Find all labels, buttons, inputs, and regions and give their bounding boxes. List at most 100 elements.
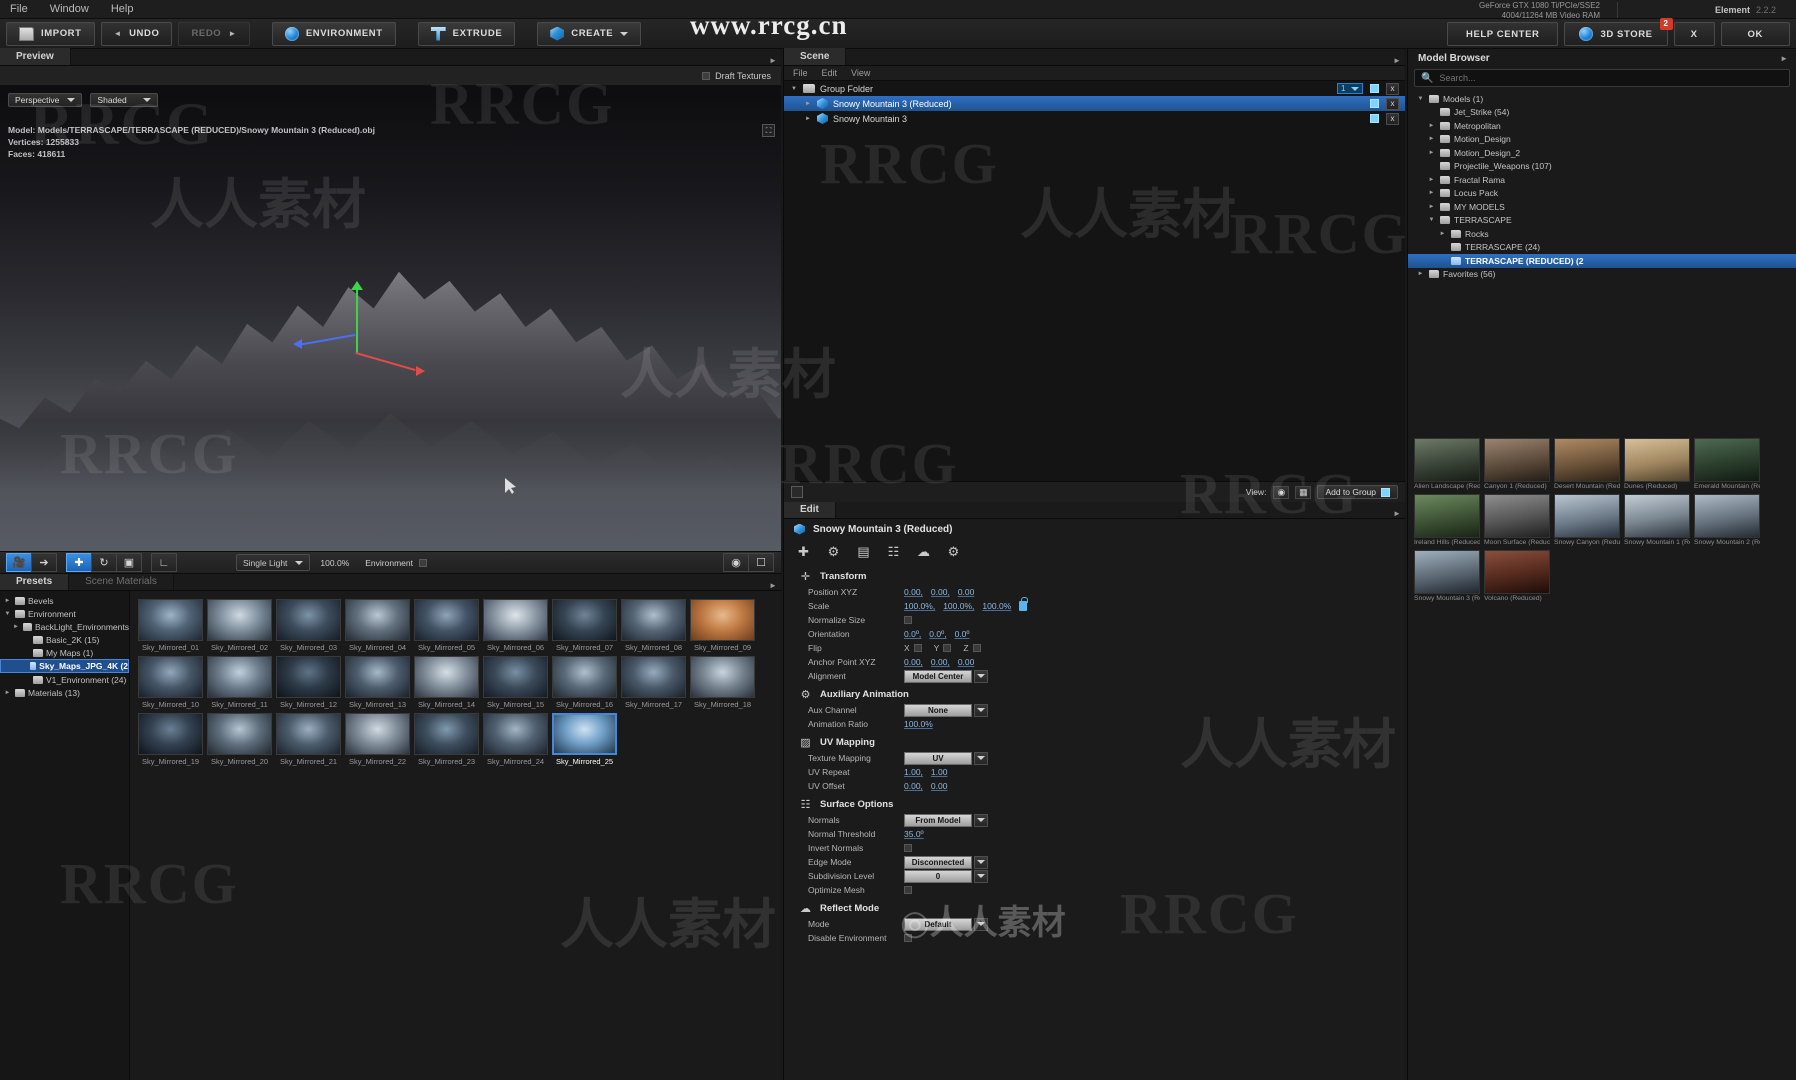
axis-tool-button[interactable]: ∟: [151, 553, 177, 572]
property-value[interactable]: 0.00,: [931, 587, 950, 597]
model-browser-tree-item[interactable]: Projectile_Weapons (107): [1408, 160, 1796, 174]
3d-viewport[interactable]: Perspective Shaded Model: Models/TERRASC…: [0, 86, 781, 551]
move-tool-button[interactable]: ✚: [66, 553, 92, 572]
light-mode-dropdown[interactable]: Single Light: [236, 554, 311, 571]
store-button[interactable]: 3D STORE 2: [1564, 18, 1673, 46]
property-value[interactable]: 0.0º,: [929, 629, 946, 639]
preset-thumbnail[interactable]: Sky_Mirrored_01: [138, 599, 203, 652]
tab-scene[interactable]: Scene: [784, 48, 847, 65]
tab-edit[interactable]: Edit: [784, 501, 836, 518]
model-thumbnail[interactable]: Volcano (Reduced): [1484, 550, 1550, 602]
model-browser-tree-item[interactable]: ► Metropolitan: [1408, 119, 1796, 133]
rotate-tool-button[interactable]: ↻: [91, 553, 117, 572]
model-thumbnail[interactable]: Ireland Hills (Reduced): [1414, 494, 1480, 546]
edit-section-header[interactable]: ✛ Transform: [784, 568, 1405, 585]
chevron-down-icon[interactable]: [974, 917, 988, 931]
tab-scene-materials[interactable]: Scene Materials: [69, 573, 174, 590]
twisty-icon[interactable]: ►: [3, 598, 12, 604]
twisty-icon[interactable]: ▼: [3, 611, 12, 617]
new-group-icon[interactable]: [791, 486, 803, 498]
tab-preview[interactable]: Preview: [0, 48, 71, 65]
property-value[interactable]: 0.00,: [904, 587, 923, 597]
draft-textures-checkbox[interactable]: [702, 71, 711, 80]
twisty-icon[interactable]: ▼: [1427, 217, 1436, 223]
preset-thumbnail[interactable]: Sky_Mirrored_17: [621, 656, 686, 709]
surface-icon[interactable]: ☷: [886, 544, 901, 560]
preset-thumbnail[interactable]: Sky_Mirrored_04: [345, 599, 410, 652]
property-value[interactable]: 0.00,: [904, 781, 923, 791]
property-value[interactable]: 1.00,: [904, 767, 923, 777]
import-button[interactable]: IMPORT: [6, 21, 95, 46]
preset-thumbnail[interactable]: Sky_Mirrored_16: [552, 656, 617, 709]
twisty-icon[interactable]: ►: [805, 101, 812, 107]
property-dropdown[interactable]: From Model: [904, 813, 972, 827]
move-icon[interactable]: ✚: [796, 544, 811, 560]
model-browser-tree-item[interactable]: ► Fractal Rama: [1408, 173, 1796, 187]
presets-tree-item[interactable]: ► Materials (13): [0, 686, 129, 699]
property-checkbox[interactable]: [904, 934, 912, 942]
presets-tree-item[interactable]: My Maps (1): [0, 646, 129, 659]
reflect-icon[interactable]: ☁: [916, 544, 931, 560]
preset-thumbnail[interactable]: Sky_Mirrored_20: [207, 713, 272, 766]
twisty-icon[interactable]: ►: [1416, 271, 1425, 277]
property-value[interactable]: 35.0º: [904, 829, 924, 839]
property-value[interactable]: 0.0º,: [904, 629, 921, 639]
model-thumbnail[interactable]: Emerald Mountain (Red: [1694, 438, 1760, 490]
twisty-icon[interactable]: ►: [1427, 190, 1436, 196]
gears-icon[interactable]: ⚙: [826, 544, 841, 560]
panel-menu-arrow-icon[interactable]: ►: [765, 581, 781, 590]
select-tool-button[interactable]: ➔: [31, 553, 57, 572]
edit-section-header[interactable]: ☁ Reflect Mode: [784, 900, 1405, 917]
chevron-down-icon[interactable]: [974, 869, 988, 883]
model-thumbnail[interactable]: Desert Mountain (Reduc: [1554, 438, 1620, 490]
property-value[interactable]: 0.00,: [904, 657, 923, 667]
scene-menu-file[interactable]: File: [793, 68, 808, 78]
visibility-toggle[interactable]: [1370, 114, 1379, 123]
panel-menu-arrow-icon[interactable]: ►: [1389, 509, 1405, 518]
chevron-down-icon[interactable]: [974, 813, 988, 827]
model-browser-tree-item[interactable]: ► Motion_Design_2: [1408, 146, 1796, 160]
transform-gizmo[interactable]: [293, 281, 425, 376]
axis-checkbox[interactable]: [913, 644, 922, 652]
preset-thumbnail[interactable]: Sky_Mirrored_07: [552, 599, 617, 652]
lock-icon[interactable]: [1019, 597, 1028, 611]
model-browser-tree-item[interactable]: Jet_Strike (54): [1408, 106, 1796, 120]
twisty-icon[interactable]: ►: [1427, 123, 1436, 129]
preset-thumbnail[interactable]: Sky_Mirrored_03: [276, 599, 341, 652]
expand-viewport-icon[interactable]: ⛶: [762, 124, 775, 137]
model-browser-tree-item[interactable]: TERRASCAPE (REDUCED) (2: [1408, 254, 1796, 268]
cancel-button[interactable]: X: [1673, 22, 1715, 46]
menu-item-help[interactable]: Help: [111, 3, 134, 15]
presets-tree-item[interactable]: ▼ Environment: [0, 607, 129, 620]
property-value[interactable]: 1.00: [931, 767, 948, 777]
property-value[interactable]: 100.0%: [982, 601, 1011, 611]
property-value[interactable]: 0.00: [931, 781, 948, 791]
create-button[interactable]: CREATE: [537, 21, 642, 46]
twisty-icon[interactable]: ►: [12, 624, 20, 630]
scale-tool-button[interactable]: ▣: [116, 553, 142, 572]
property-value[interactable]: 100.0%: [904, 719, 933, 729]
preset-thumbnail[interactable]: Sky_Mirrored_06: [483, 599, 548, 652]
model-browser-tree-item[interactable]: ► Favorites (56): [1408, 268, 1796, 282]
model-search-row[interactable]: 🔍: [1414, 69, 1790, 87]
model-browser-tree-item[interactable]: TERRASCAPE (24): [1408, 241, 1796, 255]
redo-button[interactable]: REDO ►: [178, 21, 250, 46]
shade-mode-dropdown[interactable]: Shaded: [90, 93, 159, 107]
preset-thumbnail[interactable]: Sky_Mirrored_18: [690, 656, 755, 709]
scene-menu-edit[interactable]: Edit: [822, 68, 838, 78]
panel-menu-arrow-icon[interactable]: ►: [1780, 54, 1788, 63]
model-browser-tree-item[interactable]: ► Locus Pack: [1408, 187, 1796, 201]
preset-thumbnail[interactable]: Sky_Mirrored_05: [414, 599, 479, 652]
property-dropdown[interactable]: Disconnected: [904, 855, 972, 869]
group-count-field[interactable]: 1: [1337, 83, 1363, 94]
model-thumbnail[interactable]: Snowy Mountain 3 (Red: [1414, 550, 1480, 602]
tab-presets[interactable]: Presets: [0, 573, 70, 590]
presets-tree-item[interactable]: ► Bevels: [0, 594, 129, 607]
panel-menu-arrow-icon[interactable]: ►: [1389, 56, 1405, 65]
preset-thumbnail[interactable]: Sky_Mirrored_02: [207, 599, 272, 652]
model-browser-tree-item[interactable]: ▼ Models (1): [1408, 92, 1796, 106]
scene-hierarchy-list[interactable]: ▼ Group Folder 1 x ► Snowy Mountain 3 (Reduce…: [784, 81, 1405, 481]
delete-row-button[interactable]: x: [1386, 112, 1399, 125]
presets-tree-item[interactable]: V1_Environment (24): [0, 673, 129, 686]
settings-gear-icon[interactable]: ⚙: [946, 544, 961, 560]
